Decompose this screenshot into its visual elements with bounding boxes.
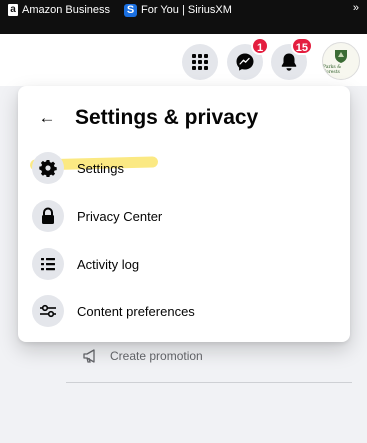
avatar-logo-text: Parks & Forests [323,64,342,75]
profile-avatar[interactable]: Parks & Forests [322,42,360,80]
create-promotion-link[interactable]: Create promotion [82,348,203,364]
menu-item-label: Settings [77,160,124,176]
menu-item-settings[interactable]: Settings [30,148,338,188]
back-arrow-icon[interactable]: ← [36,107,58,129]
menu-button[interactable] [182,44,218,80]
menu-item-content-preferences[interactable]: Content preferences [30,291,338,331]
notifications-button[interactable]: 15 [271,37,313,80]
menu-item-label: Privacy Center [77,208,163,224]
messenger-icon [236,53,254,71]
top-navigation: 1 15 Parks & Forests [0,34,367,86]
notifications-badge: 15 [290,37,313,55]
megaphone-icon [83,349,95,363]
siriusxm-icon: S [124,3,137,17]
bell-icon [281,53,297,71]
menu-item-label: Activity log [77,256,140,272]
dropdown-header: ← Settings & privacy [18,100,350,136]
bookmark-label: For You | SiriusXM [141,4,232,16]
more-bookmarks-chevron-icon[interactable]: » [353,2,359,14]
bookmarks-bar: a Amazon Business S For You | SiriusXM » [0,0,367,34]
lock-icon [32,200,64,232]
messenger-button[interactable]: 1 [227,37,269,80]
park-logo-icon [335,49,347,63]
page-title: Settings & privacy [75,106,259,129]
menu-item-label: Content preferences [77,303,195,319]
messenger-badge: 1 [251,37,269,55]
list-icon [32,248,64,280]
sliders-icon [32,295,64,327]
bookmark-siriusxm[interactable]: S For You | SiriusXM [124,2,232,18]
divider [66,382,352,383]
menu-item-privacy-center[interactable]: Privacy Center [30,196,338,236]
gear-icon [32,152,64,184]
create-promotion-label: Create promotion [110,349,203,363]
grid-menu-icon [192,54,208,70]
bookmark-amazon-business[interactable]: a Amazon Business [8,2,110,18]
amazon-icon: a [8,4,18,16]
settings-privacy-dropdown: ← Settings & privacy Settings Privacy Ce… [18,86,350,342]
menu-item-activity-log[interactable]: Activity log [30,244,338,284]
bookmark-label: Amazon Business [22,4,111,16]
